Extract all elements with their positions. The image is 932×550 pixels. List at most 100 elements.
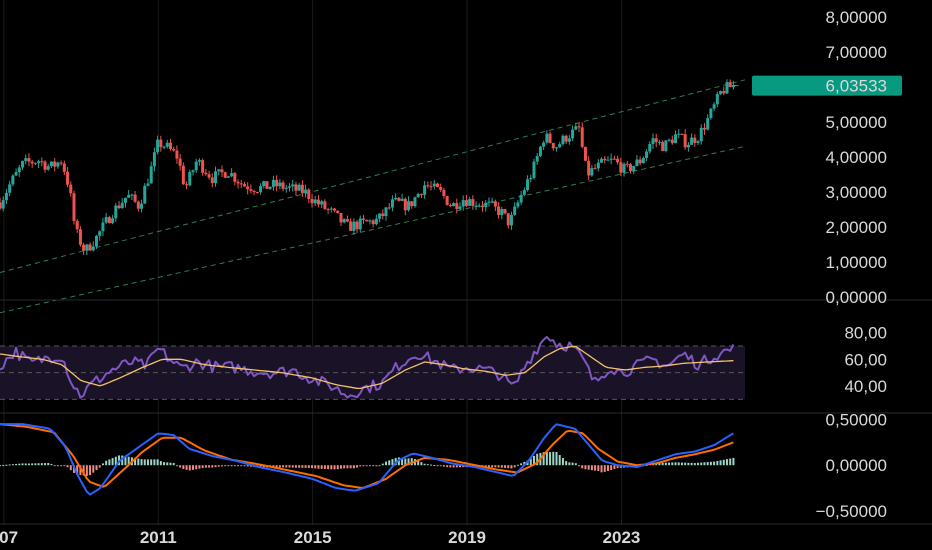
tradingview-chart[interactable]: 8,000007,000006,000005,000004,000003,000… [0,0,932,550]
candle-body [702,127,706,130]
candle-body [62,163,66,172]
candle-body [72,193,76,221]
macd-histogram-bar [719,460,722,466]
candle-body [59,162,63,164]
candle-body [571,129,575,139]
pane-separators[interactable] [0,299,932,525]
candle-body [632,166,636,172]
candle-body [654,138,658,143]
time-axis[interactable]: 007 2011 2015 2019 2023 [0,528,640,547]
candle-body [458,206,462,209]
candle-body [140,203,144,209]
candle-body [538,146,542,157]
macd-histogram-bar [693,463,696,466]
candle-body [542,142,546,147]
candle-body [464,200,468,206]
candle-body [313,199,317,204]
candle-body [661,141,665,152]
macd-line [0,423,734,496]
candle-body [455,203,459,209]
macd-histogram-bar [66,465,69,468]
macd-histogram-bar [320,465,323,469]
candle-body [217,169,221,172]
candle-body [645,151,649,158]
macd-histogram-bar [430,464,433,466]
macd-histogram-bar [426,464,429,466]
candle-body [275,179,279,187]
macd-histogram-bar [47,462,50,466]
candle-body [368,220,372,222]
price-axis-tick: 0,00000 [826,288,887,307]
macd-histogram-bar [561,458,564,466]
candle-body [191,170,195,173]
macd-histogram-bar [159,461,162,466]
candle-body [43,161,47,170]
candle-body [674,134,678,144]
candle-body [56,162,60,167]
candle-body [509,214,513,226]
candle-body [233,173,237,182]
candle-body [558,144,562,148]
rsi-axis-tick: 60,00 [844,350,887,369]
candle-body [114,205,118,219]
macd-histogram-bar [301,465,304,468]
macd-histogram-bar [63,465,66,467]
macd-histogram-bar [27,463,30,466]
candle-body [201,160,205,173]
macd-histogram-bar [288,465,291,468]
macd-histogram-bar [278,465,281,468]
macd-histogram-bar [224,465,227,467]
macd-histogram-bar [606,465,609,471]
candle-body [432,183,436,187]
macd-histogram-bar [510,465,513,469]
candle-body [168,142,172,149]
macd-histogram-bar [587,465,590,470]
candle-body [349,221,353,231]
candle-body [326,208,330,210]
candle-body [590,168,594,176]
candle-body [497,206,501,216]
candle-body [439,187,443,190]
macd-histogram-bar [725,459,728,466]
candle-body [728,82,732,88]
macd-histogram-bar [558,454,561,466]
candle-body [130,194,134,196]
candle-body [329,208,333,210]
macd-histogram-bar [204,465,207,468]
candle-body [715,93,719,105]
macd-histogram-bar [680,462,683,466]
macd-histogram-bar [700,462,703,466]
candle-body [677,133,681,135]
macd-histogram-bar [613,465,616,470]
macd-histogram-bar [211,465,214,468]
macd-histogram-bar [568,462,571,466]
macd-histogram-bar [304,465,307,468]
candle-body [548,133,552,143]
candle-body [625,163,629,165]
candle-body [236,181,240,184]
candle-body [165,142,169,147]
candle-body [120,202,124,209]
macd-histogram-bar [98,465,101,468]
candle-body [172,148,176,151]
candle-body [426,185,430,187]
candle-body [522,190,526,195]
candle-body [400,198,404,201]
candle-body [609,158,613,160]
candle-body [14,172,18,176]
candle-body [178,158,182,166]
macd-histogram-bar [56,465,59,467]
candle-body [316,199,320,205]
candle-body [725,82,729,94]
candle-body [17,167,21,173]
candle-body [91,246,95,251]
macd-histogram-bar [491,465,494,468]
candle-body [532,161,536,178]
macd-histogram-bar [11,464,14,466]
macd-histogram-bar [545,452,548,466]
macd-histogram-bar [18,463,21,466]
macd-histogram-bar [668,462,671,466]
macd-histogram-bar [246,465,249,467]
macd-histogram-bar [446,465,449,468]
candle-body [307,189,311,200]
